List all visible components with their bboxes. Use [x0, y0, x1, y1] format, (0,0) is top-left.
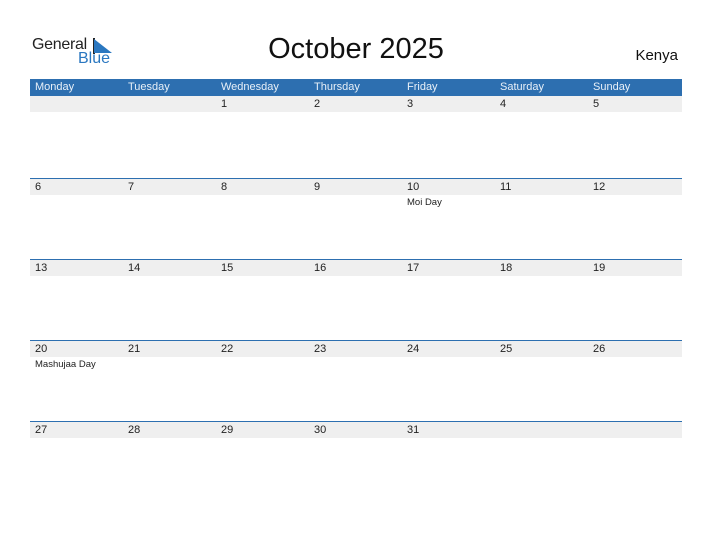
day-cell: [588, 422, 681, 503]
week-row: 6 7 8 9 10 Moi Day 11 12: [30, 178, 682, 260]
day-number: 1: [221, 98, 228, 110]
day-cell: 8: [216, 179, 309, 260]
day-number: 10: [407, 181, 420, 193]
week-row: 20 Mashujaa Day 21 22 23 24 25 26: [30, 340, 682, 422]
day-cell: 7: [123, 179, 216, 260]
day-number: 17: [407, 262, 420, 274]
day-number: 21: [128, 343, 141, 355]
day-number: 11: [500, 181, 512, 193]
weekday-friday: Friday: [407, 81, 438, 93]
weekday-thursday: Thursday: [314, 81, 360, 93]
day-number: 24: [407, 343, 420, 355]
day-cell: 22: [216, 341, 309, 422]
day-number: 13: [35, 262, 48, 274]
day-cell: 1: [216, 96, 309, 177]
day-number: 27: [35, 424, 48, 436]
day-number: 8: [221, 181, 228, 193]
day-number: 31: [407, 424, 420, 436]
holiday-label: Mashujaa Day: [35, 359, 96, 370]
week-row: 27 28 29 30 31: [30, 421, 682, 503]
day-number: 28: [128, 424, 141, 436]
day-cell: 11: [495, 179, 588, 260]
day-cell: 12: [588, 179, 681, 260]
day-cell: 28: [123, 422, 216, 503]
weekday-sunday: Sunday: [593, 81, 631, 93]
day-cell: 2: [309, 96, 402, 177]
weekday-saturday: Saturday: [500, 81, 545, 93]
page-title: October 2025: [268, 33, 444, 65]
day-number: 30: [314, 424, 327, 436]
day-cell: 21: [123, 341, 216, 422]
day-cell: 27: [30, 422, 123, 503]
day-cell: 18: [495, 260, 588, 341]
day-number: 15: [221, 262, 234, 274]
day-number: 22: [221, 343, 234, 355]
week-row: 1 2 3 4 5: [30, 96, 682, 177]
day-cell: 20 Mashujaa Day: [30, 341, 123, 422]
day-number: 23: [314, 343, 327, 355]
country-label: Kenya: [635, 47, 678, 64]
holiday-label: Moi Day: [407, 197, 442, 208]
day-number: 4: [500, 98, 507, 110]
weekday-header: Monday Tuesday Wednesday Thursday Friday…: [30, 79, 682, 96]
day-cell: 13: [30, 260, 123, 341]
weekday-tuesday: Tuesday: [128, 81, 170, 93]
day-cell: 19: [588, 260, 681, 341]
day-number: 19: [593, 262, 606, 274]
day-number: 14: [128, 262, 141, 274]
day-cell: 9: [309, 179, 402, 260]
day-cell: 3: [402, 96, 495, 177]
day-cell: 29: [216, 422, 309, 503]
day-cell: 4: [495, 96, 588, 177]
day-cell: 5: [588, 96, 681, 177]
day-cell: 31: [402, 422, 495, 503]
day-number: 25: [500, 343, 513, 355]
day-cell: 23: [309, 341, 402, 422]
weekday-monday: Monday: [35, 81, 75, 93]
day-number: 3: [407, 98, 414, 110]
day-number: 16: [314, 262, 327, 274]
day-number: 12: [593, 181, 606, 193]
day-cell: 17: [402, 260, 495, 341]
day-cell: [123, 96, 216, 177]
day-cell: [30, 96, 123, 177]
day-cell: [495, 422, 588, 503]
day-cell: 24: [402, 341, 495, 422]
day-number: 26: [593, 343, 606, 355]
day-cell: 15: [216, 260, 309, 341]
day-number: 9: [314, 181, 321, 193]
day-number: 18: [500, 262, 513, 274]
day-number: 7: [128, 181, 135, 193]
day-cell: 10 Moi Day: [402, 179, 495, 260]
day-cell: 16: [309, 260, 402, 341]
day-cell: 30: [309, 422, 402, 503]
day-number: 2: [314, 98, 321, 110]
day-number: 29: [221, 424, 234, 436]
day-cell: 25: [495, 341, 588, 422]
day-cell: 26: [588, 341, 681, 422]
weekday-wednesday: Wednesday: [221, 81, 279, 93]
week-row: 13 14 15 16 17 18 19: [30, 259, 682, 341]
day-number: 20: [35, 343, 48, 355]
day-number: 5: [593, 98, 600, 110]
day-number: 6: [35, 181, 42, 193]
day-cell: 14: [123, 260, 216, 341]
day-cell: 6: [30, 179, 123, 260]
